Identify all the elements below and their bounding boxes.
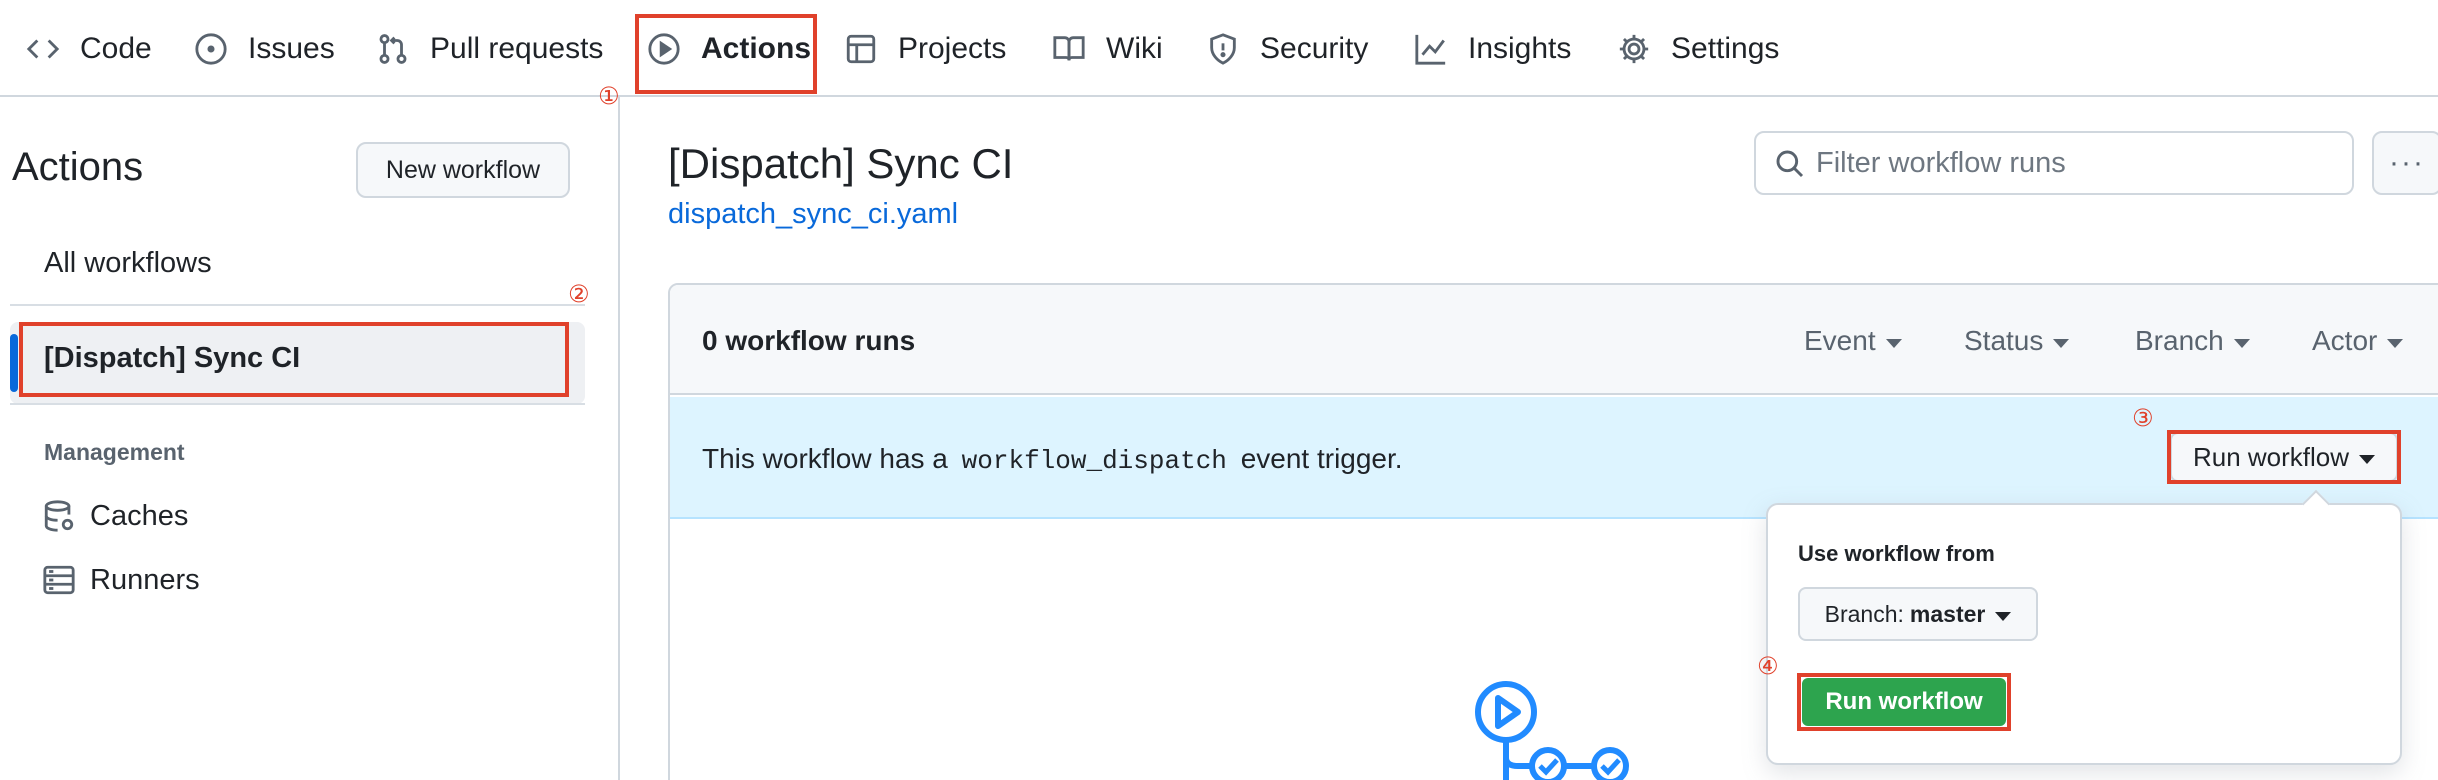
event-filter-dropdown[interactable]: Event (1804, 325, 1902, 357)
runs-count: 0 workflow runs (702, 325, 916, 356)
tab-actions[interactable]: Actions (647, 0, 811, 97)
run-workflow-submit-button[interactable]: Run workflow (1802, 678, 2006, 726)
search-icon (1776, 150, 1804, 178)
tab-insights[interactable]: Insights (1414, 0, 1571, 97)
banner-prefix: This workflow has a (702, 443, 948, 474)
banner-suffix: event trigger. (1240, 443, 1403, 474)
tab-label: Security (1260, 31, 1369, 65)
workflow-file-link[interactable]: dispatch_sync_ci.yaml (668, 198, 958, 231)
status-filter-dropdown[interactable]: Status (1964, 325, 2070, 357)
workflows-sidebar: Actions New workflow All workflows [Disp… (0, 97, 620, 780)
tab-security[interactable]: Security (1206, 0, 1368, 97)
step-marker-4: ④ (1757, 652, 1779, 680)
code-icon (26, 32, 60, 66)
workflow-illustration-icon (1475, 681, 1629, 780)
filter-workflow-runs-input[interactable]: Filter workflow runs (1754, 131, 2354, 195)
sidebar-item-runners[interactable]: Runners (42, 563, 200, 597)
play-icon (647, 32, 681, 66)
new-workflow-button[interactable]: New workflow (356, 142, 570, 198)
tab-settings[interactable]: Settings (1617, 0, 1779, 97)
run-workflow-dropdown-button[interactable]: Run workflow (2170, 432, 2398, 482)
banner-code: workflow_dispatch (961, 446, 1227, 476)
use-workflow-from-label: Use workflow from (1798, 541, 1995, 566)
branch-filter-dropdown[interactable]: Branch (2135, 325, 2250, 357)
chevron-down-icon (1995, 611, 2012, 621)
tab-label: Insights (1468, 31, 1572, 65)
database-icon (44, 500, 74, 532)
banner-text: This workflow has a workflow_dispatch ev… (702, 443, 1403, 476)
branch-value: master (1909, 600, 1986, 627)
sidebar-item-all-workflows[interactable]: All workflows (44, 247, 212, 280)
chevron-down-icon (2359, 454, 2376, 464)
tab-projects[interactable]: Projects (844, 0, 1006, 97)
divider (10, 403, 585, 405)
table-icon (844, 32, 878, 66)
tab-pull-requests[interactable]: Pull requests (376, 0, 603, 97)
sidebar-item-label: Runners (90, 563, 200, 596)
tab-label: Issues (248, 31, 335, 65)
runs-header: 0 workflow runs Event Status Branch Acto… (670, 285, 2438, 395)
chevron-down-icon (2053, 338, 2070, 348)
chevron-down-icon (2233, 338, 2250, 348)
chevron-down-icon (1885, 338, 1902, 348)
tab-label: Code (80, 31, 152, 65)
filter-placeholder: Filter workflow runs (1816, 146, 2066, 179)
sidebar-item-label: Caches (90, 499, 189, 532)
chevron-down-icon (2387, 338, 2404, 348)
filter-label: Event (1804, 325, 1876, 356)
step-marker-2: ② (568, 280, 590, 308)
shield-icon (1206, 32, 1240, 66)
tab-code[interactable]: Code (26, 0, 152, 97)
more-options-button[interactable]: ··· (2372, 131, 2438, 195)
sidebar-title: Actions (12, 145, 144, 189)
tab-wiki[interactable]: Wiki (1052, 0, 1163, 97)
selected-indicator (10, 334, 18, 392)
sidebar-item-dispatch-sync-ci[interactable]: [Dispatch] Sync CI (44, 342, 300, 375)
tab-label: Settings (1671, 31, 1780, 65)
server-icon (43, 565, 75, 595)
sidebar-item-caches[interactable]: Caches (42, 499, 188, 533)
tab-issues[interactable]: Issues (194, 0, 335, 97)
step-marker-3: ③ (2132, 404, 2154, 432)
git-pull-request-icon (376, 32, 410, 66)
tab-label: Actions (701, 31, 812, 65)
tab-label: Pull requests (430, 31, 604, 65)
management-heading: Management (44, 439, 185, 465)
branch-select-button[interactable]: Branch: master (1798, 587, 2038, 641)
tab-label: Wiki (1106, 31, 1163, 65)
divider (10, 304, 585, 306)
graph-icon (1414, 32, 1448, 66)
filter-label: Branch (2135, 325, 2224, 356)
book-icon (1052, 32, 1086, 66)
run-workflow-label: Run workflow (2192, 441, 2350, 472)
filter-label: Actor (2312, 325, 2378, 356)
filter-label: Status (1964, 325, 2044, 356)
tab-label: Projects (898, 31, 1007, 65)
branch-prefix: Branch: (1824, 600, 1904, 627)
issue-opened-icon (194, 32, 228, 66)
actor-filter-dropdown[interactable]: Actor (2312, 325, 2404, 357)
gear-icon (1617, 32, 1651, 66)
workflow-title: [Dispatch] Sync CI (668, 140, 1014, 187)
repo-nav: Code Issues Pull requests Actions Projec… (0, 0, 2438, 97)
